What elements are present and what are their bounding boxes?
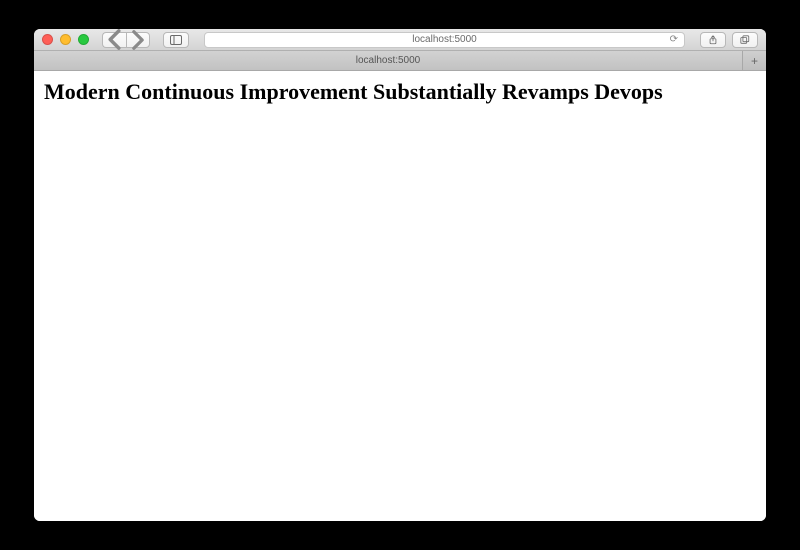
maximize-window-button[interactable] — [78, 34, 89, 45]
toolbar-right — [700, 32, 758, 48]
browser-window: localhost:5000 ⟳ localhost:5000 + Modern… — [34, 29, 766, 521]
nav-buttons — [102, 32, 150, 48]
back-button[interactable] — [102, 32, 126, 48]
window-controls — [42, 34, 89, 45]
page-viewport: Modern Continuous Improvement Substantia… — [34, 71, 766, 521]
minimize-window-button[interactable] — [60, 34, 71, 45]
address-bar-url: localhost:5000 — [412, 34, 477, 45]
address-bar[interactable]: localhost:5000 ⟳ — [204, 32, 685, 48]
forward-button[interactable] — [126, 32, 150, 48]
tabs-button[interactable] — [732, 32, 758, 48]
share-button[interactable] — [700, 32, 726, 48]
reload-icon[interactable]: ⟳ — [670, 34, 678, 45]
browser-tab[interactable]: localhost:5000 — [34, 51, 742, 70]
tab-bar: localhost:5000 + — [34, 51, 766, 71]
titlebar: localhost:5000 ⟳ — [34, 29, 766, 51]
tab-title: localhost:5000 — [356, 55, 421, 66]
sidebar-toggle-button[interactable] — [163, 32, 189, 48]
page-heading: Modern Continuous Improvement Substantia… — [44, 79, 756, 105]
close-window-button[interactable] — [42, 34, 53, 45]
new-tab-button[interactable]: + — [742, 51, 766, 70]
